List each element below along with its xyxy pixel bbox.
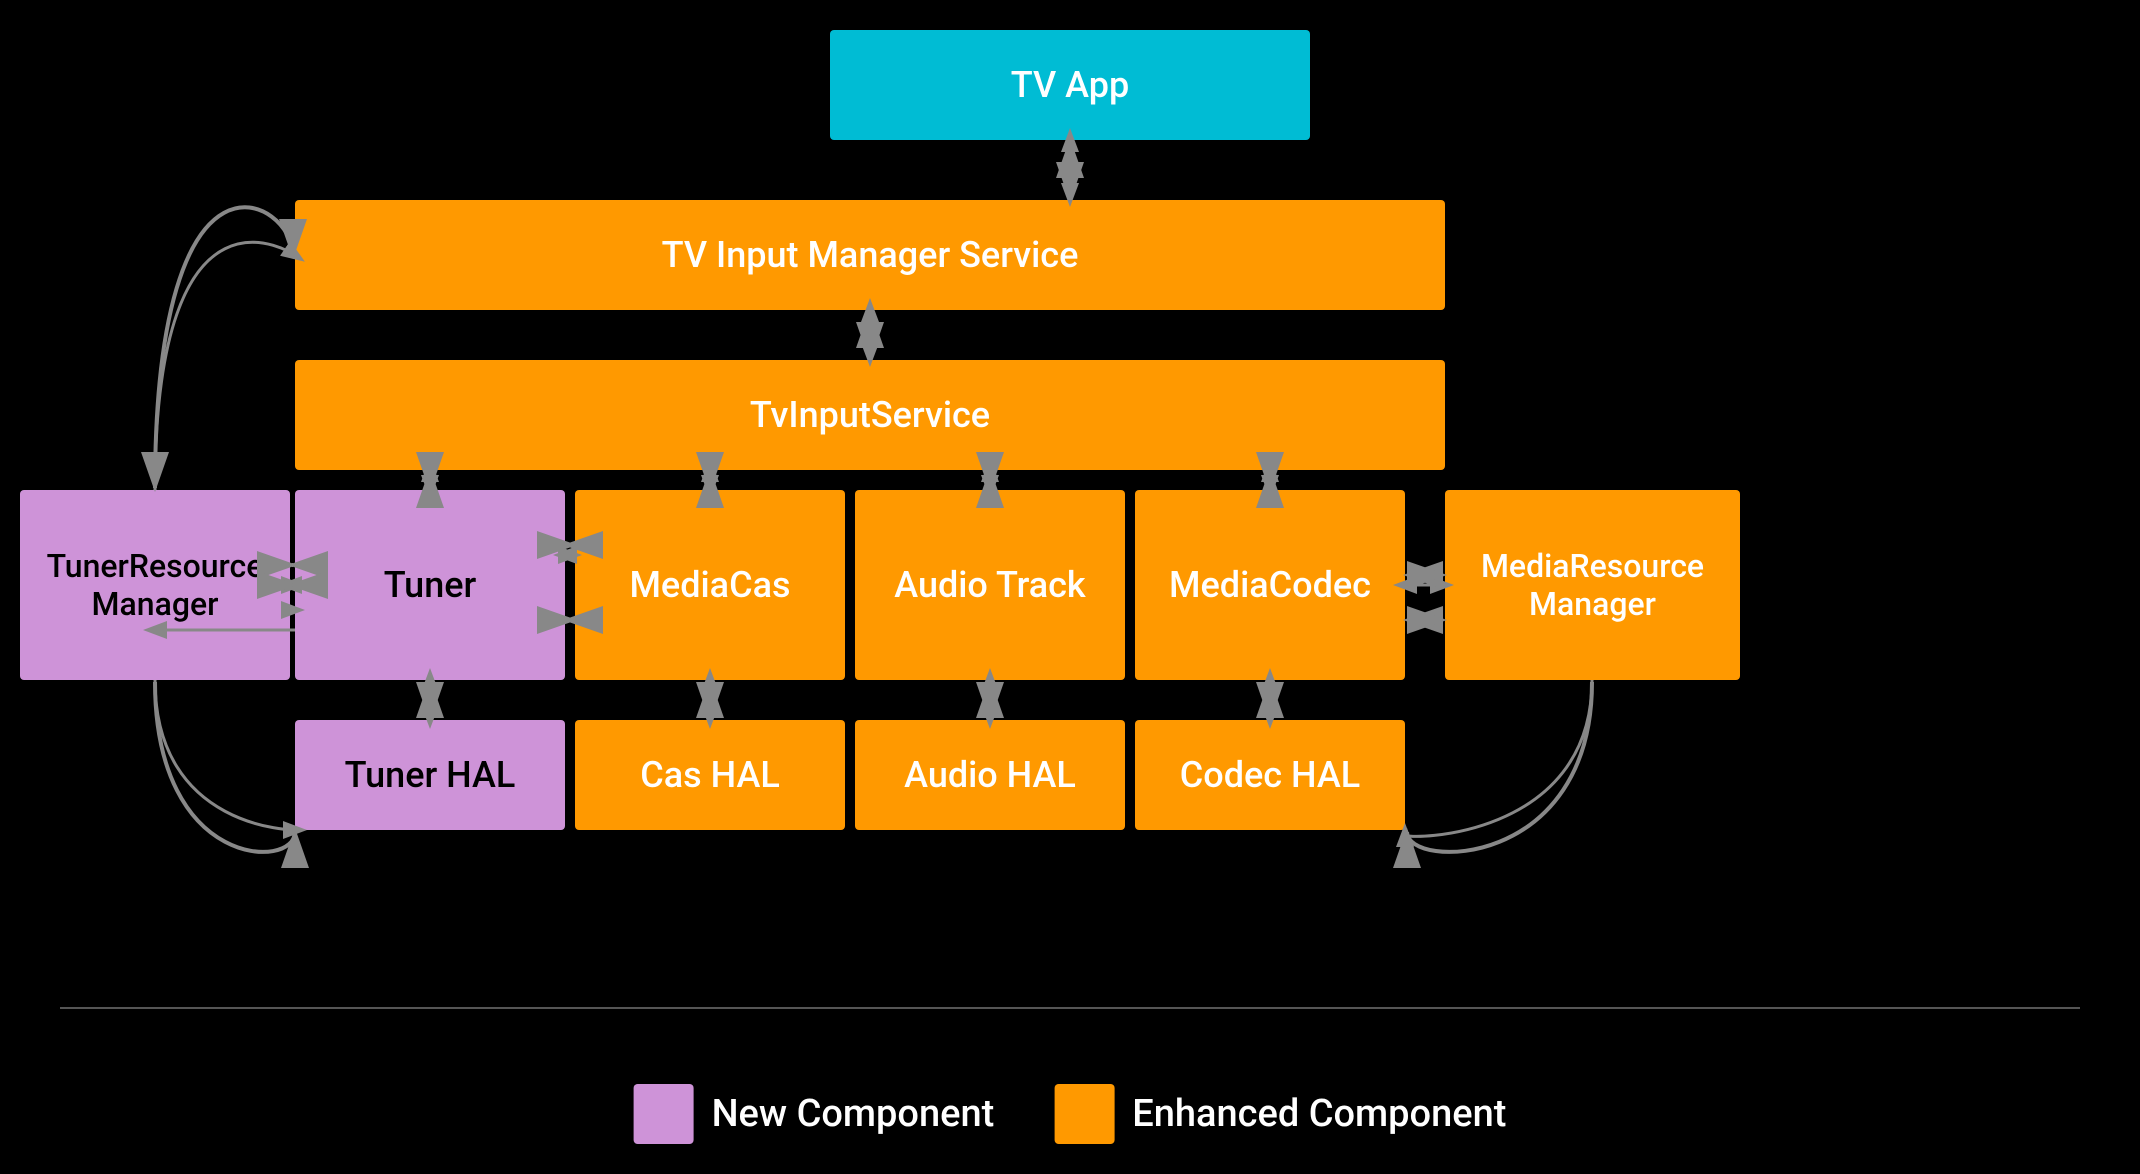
new-component-legend: New Component bbox=[634, 1084, 995, 1144]
audio-hal-box: Audio HAL bbox=[855, 720, 1125, 830]
legend: New Component Enhanced Component bbox=[634, 1084, 1507, 1144]
mediaresource-manager-box: MediaResourceManager bbox=[1445, 490, 1740, 680]
tv-input-service-box: TvInputService bbox=[295, 360, 1445, 470]
enhanced-component-label: Enhanced Component bbox=[1132, 1092, 1506, 1136]
codec-hal-box: Codec HAL bbox=[1135, 720, 1405, 830]
tuner-resource-manager-box: TunerResourceManager bbox=[20, 490, 290, 680]
legend-divider bbox=[60, 1007, 2080, 1009]
enhanced-component-color bbox=[1054, 1084, 1114, 1144]
mediacas-box: MediaCas bbox=[575, 490, 845, 680]
tv-app-box: TV App bbox=[830, 30, 1310, 140]
tuner-box: Tuner bbox=[295, 490, 565, 680]
tuner-hal-box: Tuner HAL bbox=[295, 720, 565, 830]
audio-track-box: Audio Track bbox=[855, 490, 1125, 680]
new-component-label: New Component bbox=[712, 1092, 995, 1136]
tv-input-manager-box: TV Input Manager Service bbox=[295, 200, 1445, 310]
cas-hal-box: Cas HAL bbox=[575, 720, 845, 830]
diagram-container: TV App TV Input Manager Service TvInputS… bbox=[0, 0, 2140, 1174]
new-component-color bbox=[634, 1084, 694, 1144]
mediacodec-box: MediaCodec bbox=[1135, 490, 1405, 680]
enhanced-component-legend: Enhanced Component bbox=[1054, 1084, 1506, 1144]
